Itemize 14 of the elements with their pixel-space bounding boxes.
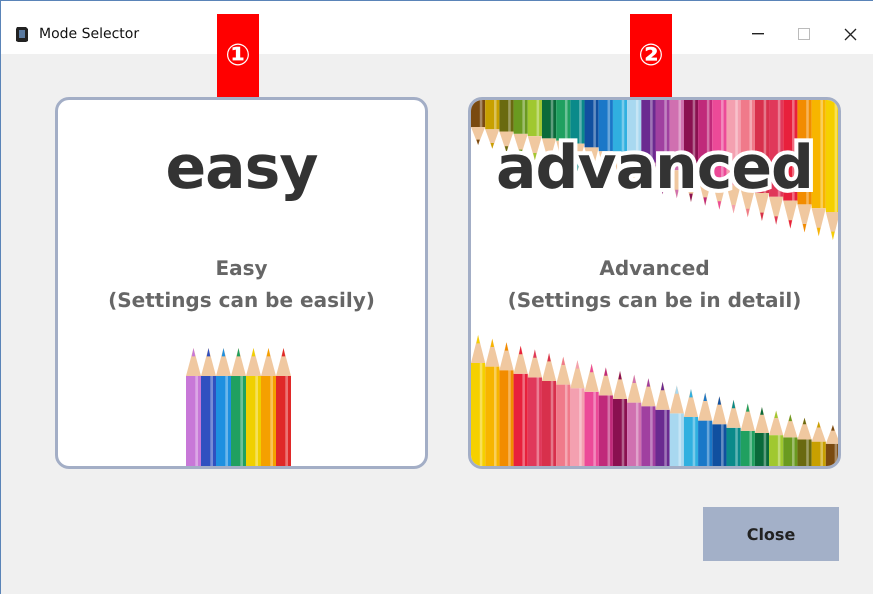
mode-description: (Settings can be easily) <box>108 287 375 314</box>
number-badge: ② <box>630 14 672 97</box>
mode-description: (Settings can be in detail) <box>508 287 802 314</box>
mode-card[interactable]: easy Easy (Settings can be easily) <box>55 97 428 469</box>
minimize-icon <box>752 33 764 35</box>
mode-title: Easy <box>215 255 268 282</box>
close-button[interactable]: Close <box>703 507 839 561</box>
app-icon <box>15 26 29 42</box>
mode-title: Advanced <box>599 255 710 282</box>
mode-logo-text: easy <box>165 132 318 205</box>
number-badge: ① <box>217 14 259 97</box>
close-icon <box>844 28 856 40</box>
maximize-icon <box>798 28 810 40</box>
window-title: Mode Selector <box>39 26 140 42</box>
